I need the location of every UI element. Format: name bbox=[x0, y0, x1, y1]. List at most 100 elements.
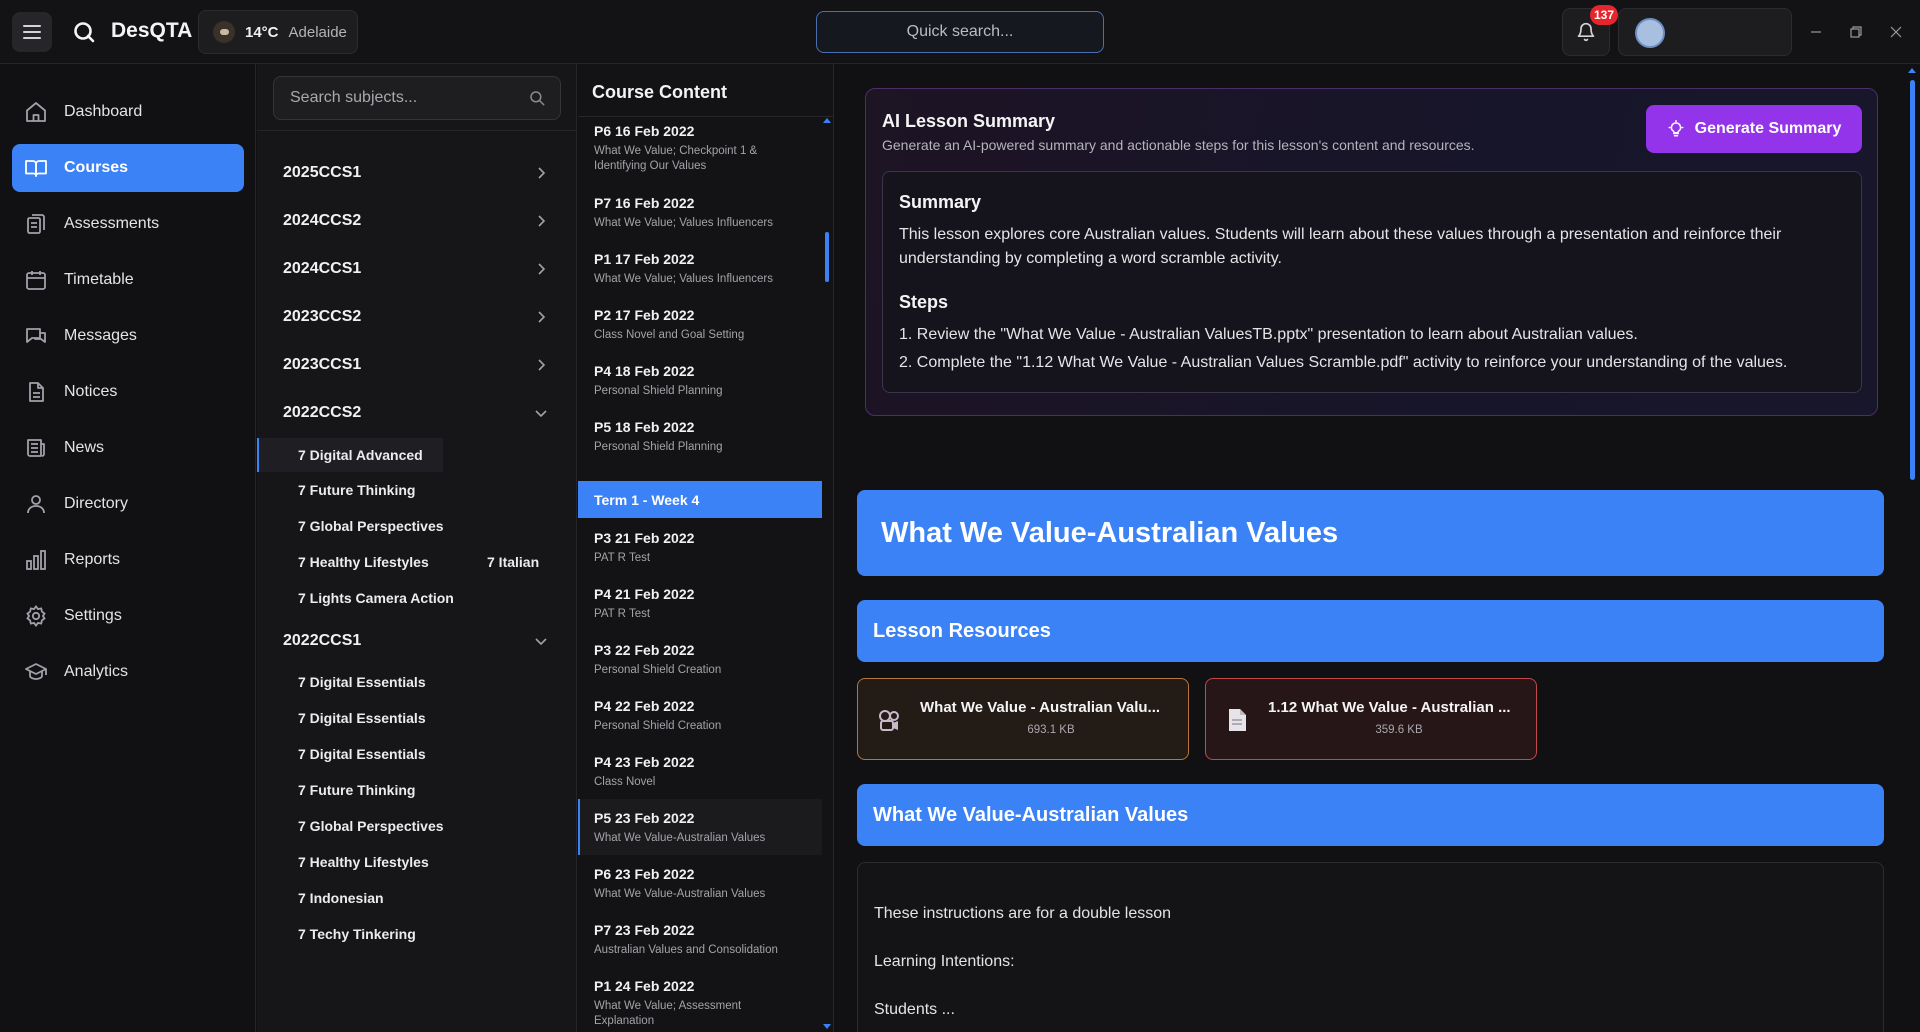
nav-item-directory[interactable]: Directory bbox=[12, 480, 244, 528]
scroll-up-arrow-icon[interactable] bbox=[823, 118, 831, 123]
resource-card[interactable]: What We Value - Australian Valu... 693.1… bbox=[857, 678, 1189, 760]
subject-item[interactable]: 7 Indonesian bbox=[298, 890, 384, 906]
nav-label: Notices bbox=[64, 383, 118, 400]
calendar-icon bbox=[26, 271, 46, 290]
subject-item[interactable]: 7 Future Thinking bbox=[298, 482, 415, 498]
lesson-title-banner: What We Value-Australian Values bbox=[857, 490, 1884, 576]
term-row-2025ccs1[interactable]: 2025CCS1 bbox=[257, 151, 577, 195]
subject-item[interactable]: 7 Digital Essentials bbox=[298, 710, 426, 726]
content-line: These instructions are for a double less… bbox=[874, 905, 1172, 922]
steps-heading: Steps bbox=[899, 292, 949, 312]
chevron-right-icon bbox=[538, 263, 546, 275]
lesson-item[interactable]: P7 23 Feb 2022 Australian Values and Con… bbox=[578, 922, 822, 966]
lesson-item[interactable]: P1 17 Feb 2022 What We Value; Values Inf… bbox=[578, 251, 822, 295]
scroll-up-arrow-icon[interactable] bbox=[1908, 68, 1916, 73]
term-row-2022ccs1[interactable]: 2022CCS1 bbox=[257, 619, 577, 663]
nav-item-dashboard[interactable]: Dashboard bbox=[12, 88, 244, 136]
subject-item[interactable]: 7 Italian bbox=[487, 554, 539, 570]
term-label: 2025CCS1 bbox=[283, 164, 362, 181]
lesson-item[interactable]: P4 18 Feb 2022 Personal Shield Planning bbox=[578, 363, 822, 407]
nav-label: Timetable bbox=[64, 271, 134, 288]
user-profile-button[interactable] bbox=[1618, 8, 1792, 56]
close-icon bbox=[1890, 26, 1902, 38]
term-row-2024ccs2[interactable]: 2024CCS2 bbox=[257, 199, 577, 243]
cloud-icon bbox=[213, 21, 235, 43]
subject-item[interactable]: 7 Digital Essentials bbox=[298, 746, 426, 762]
lesson-subtitle: What We Value-Australian Values bbox=[594, 832, 766, 844]
subject-item[interactable]: 7 Future Thinking bbox=[298, 782, 415, 798]
weather-city: Adelaide bbox=[288, 23, 347, 41]
lesson-title: P5 18 Feb 2022 bbox=[594, 419, 695, 435]
ai-summary-title: AI Lesson Summary bbox=[882, 111, 1056, 131]
quick-search-button[interactable]: Quick search... bbox=[816, 11, 1104, 53]
subject-item[interactable]: 7 Techy Tinkering bbox=[298, 926, 416, 942]
week-header[interactable]: Term 1 - Week 4 bbox=[578, 481, 822, 518]
nav-item-messages[interactable]: Messages bbox=[12, 312, 244, 360]
lesson-title: P4 18 Feb 2022 bbox=[594, 363, 695, 379]
lesson-section-header: What We Value-Australian Values bbox=[857, 784, 1884, 846]
nav-item-reports[interactable]: Reports bbox=[12, 536, 244, 584]
subject-item[interactable]: 7 Global Perspectives bbox=[298, 518, 444, 534]
subject-item[interactable]: 7 Lights Camera Action bbox=[298, 590, 454, 606]
weather-temperature: 14°C bbox=[245, 23, 279, 41]
lesson-item[interactable]: P2 17 Feb 2022 Class Novel and Goal Sett… bbox=[578, 307, 822, 351]
document-icon bbox=[29, 382, 44, 402]
lesson-item[interactable]: P7 16 Feb 2022 What We Value; Values Inf… bbox=[578, 195, 822, 239]
lesson-item[interactable]: P1 24 Feb 2022 What We Value; Assessment… bbox=[578, 978, 822, 1032]
subject-search-input[interactable]: Search subjects... bbox=[273, 76, 561, 120]
term-row-2022ccs2[interactable]: 2022CCS2 bbox=[257, 391, 577, 435]
subject-item-selected[interactable]: 7 Digital Advanced bbox=[257, 438, 443, 472]
subject-item[interactable]: 7 Digital Essentials bbox=[298, 674, 426, 690]
nav-item-assessments[interactable]: Assessments bbox=[12, 200, 244, 248]
newspaper-icon bbox=[27, 439, 45, 457]
minimize-button[interactable] bbox=[1804, 20, 1828, 44]
lesson-title: P6 23 Feb 2022 bbox=[594, 866, 695, 882]
term-row-2023ccs1[interactable]: 2023CCS1 bbox=[257, 343, 577, 387]
chevron-down-icon bbox=[535, 638, 547, 646]
nav-item-settings[interactable]: Settings bbox=[12, 592, 244, 640]
user-icon bbox=[27, 495, 45, 514]
lesson-subtitle: PAT R Test bbox=[594, 552, 651, 564]
term-row-2023ccs2[interactable]: 2023CCS2 bbox=[257, 295, 577, 339]
maximize-button[interactable] bbox=[1844, 20, 1868, 44]
generate-summary-button[interactable]: Generate Summary bbox=[1646, 105, 1862, 153]
lesson-subtitle: Australian Values and Consolidation bbox=[594, 944, 778, 956]
step-item: 1. Review the "What We Value - Australia… bbox=[899, 326, 1638, 343]
subject-item[interactable]: 7 Healthy Lifestyles bbox=[298, 854, 429, 870]
scroll-down-arrow-icon[interactable] bbox=[823, 1024, 831, 1029]
nav-item-notices[interactable]: Notices bbox=[12, 368, 244, 416]
summary-text: This lesson explores core Australian val… bbox=[899, 226, 1782, 267]
chevron-right-icon bbox=[538, 311, 546, 323]
lesson-item[interactable]: P6 23 Feb 2022 What We Value-Australian … bbox=[578, 866, 822, 910]
search-placeholder: Search subjects... bbox=[290, 89, 418, 106]
lesson-item-current[interactable]: P5 23 Feb 2022 What We Value-Australian … bbox=[578, 799, 822, 855]
term-label: 2024CCS2 bbox=[283, 212, 362, 229]
lesson-title: P4 22 Feb 2022 bbox=[594, 698, 695, 714]
lesson-item[interactable]: P4 21 Feb 2022 PAT R Test bbox=[578, 586, 822, 630]
avatar bbox=[1635, 18, 1665, 48]
resource-card[interactable]: 1.12 What We Value - Australian ... 359.… bbox=[1205, 678, 1537, 760]
summary-result-box: Summary This lesson explores core Austra… bbox=[882, 171, 1862, 393]
nav-item-news[interactable]: News bbox=[12, 424, 244, 472]
scrollbar-thumb[interactable] bbox=[825, 232, 829, 282]
term-row-2024ccs1[interactable]: 2024CCS1 bbox=[257, 247, 577, 291]
scrollbar-thumb[interactable] bbox=[1910, 80, 1915, 480]
lesson-item[interactable]: P4 22 Feb 2022 Personal Shield Creation bbox=[578, 698, 822, 742]
lesson-item[interactable]: P5 18 Feb 2022 Personal Shield Planning bbox=[578, 419, 822, 463]
nav-item-courses[interactable]: Courses bbox=[12, 144, 244, 192]
menu-toggle-button[interactable] bbox=[12, 12, 52, 52]
nav-item-analytics[interactable]: Analytics bbox=[12, 648, 244, 696]
lesson-item[interactable]: P3 22 Feb 2022 Personal Shield Creation bbox=[578, 642, 822, 686]
weather-widget[interactable]: 14°C Adelaide bbox=[198, 10, 358, 54]
close-window-button[interactable] bbox=[1884, 20, 1908, 44]
subject-item[interactable]: 7 Global Perspectives bbox=[298, 818, 444, 834]
brand-logo-icon bbox=[74, 22, 95, 43]
lesson-content-box: These instructions are for a double less… bbox=[857, 862, 1884, 1032]
subject-item[interactable]: 7 Healthy Lifestyles bbox=[298, 554, 429, 570]
lesson-subtitle: Personal Shield Creation bbox=[594, 720, 722, 732]
lesson-item[interactable]: P6 16 Feb 2022 What We Value; Checkpoint… bbox=[578, 123, 822, 181]
lesson-title: P1 17 Feb 2022 bbox=[594, 251, 695, 267]
lesson-item[interactable]: P3 21 Feb 2022 PAT R Test bbox=[578, 530, 822, 574]
lesson-item[interactable]: P4 23 Feb 2022 Class Novel bbox=[578, 754, 822, 798]
nav-item-timetable[interactable]: Timetable bbox=[12, 256, 244, 304]
